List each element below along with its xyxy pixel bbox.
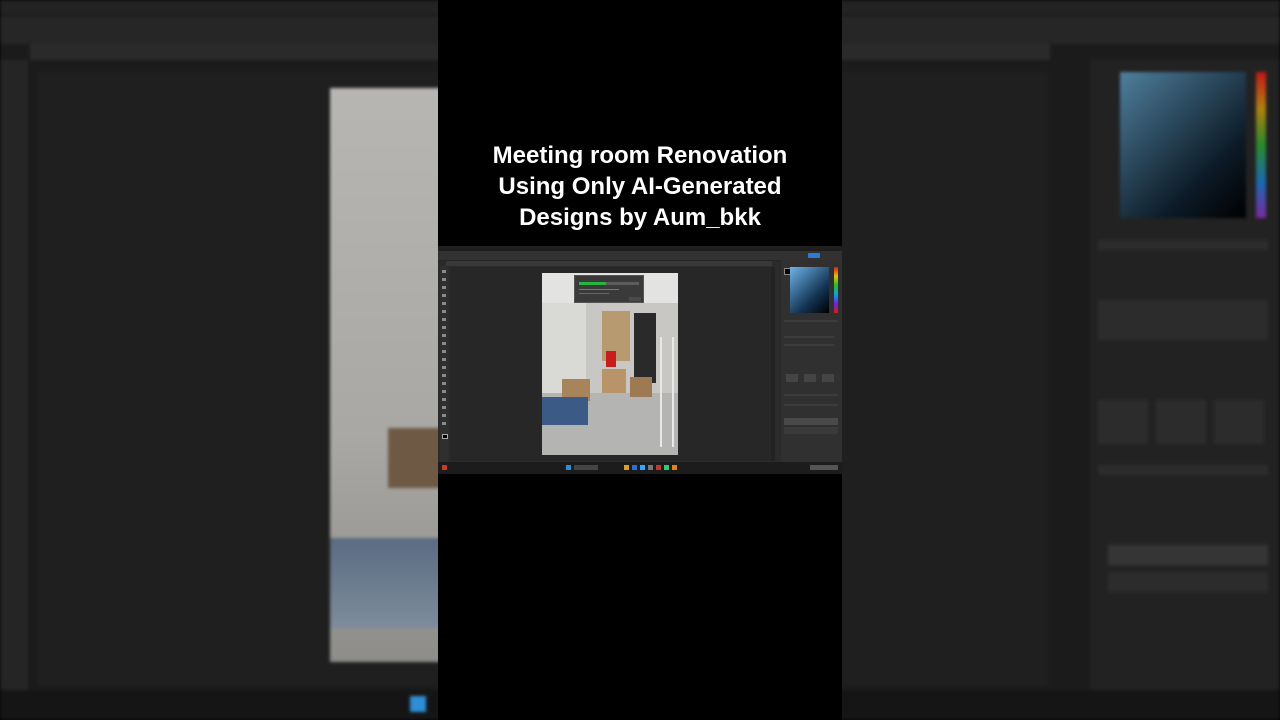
- properties-field: [784, 344, 834, 346]
- bg-toolbar: [0, 60, 28, 690]
- vertical-scrollbar[interactable]: [771, 267, 775, 461]
- progress-fill: [579, 282, 606, 285]
- history-brush-icon[interactable]: [442, 342, 446, 345]
- generating-progress-dialog: [574, 275, 644, 303]
- layers-tabs[interactable]: [784, 394, 838, 396]
- bg-properties-field: [1098, 300, 1268, 340]
- variation-thumb[interactable]: [822, 374, 834, 382]
- pen-tool-icon[interactable]: [442, 382, 446, 385]
- dialog-text: [579, 293, 609, 294]
- dodge-tool-icon[interactable]: [442, 374, 446, 377]
- shape-tool-icon[interactable]: [442, 406, 446, 409]
- lasso-tool-icon[interactable]: [442, 286, 446, 289]
- overlay-title: Meeting room Renovation Using Only AI-Ge…: [438, 140, 842, 233]
- color-picker[interactable]: [790, 267, 829, 313]
- color-swatch-icon[interactable]: [442, 434, 448, 439]
- eraser-tool-icon[interactable]: [442, 350, 446, 353]
- bg-thumb: [1098, 400, 1148, 444]
- cancel-button[interactable]: [629, 297, 641, 301]
- weather-icon[interactable]: [442, 465, 447, 470]
- healing-tool-icon[interactable]: [442, 318, 446, 321]
- app-icon[interactable]: [664, 465, 669, 470]
- browser-icon[interactable]: [632, 465, 637, 470]
- eyedropper-tool-icon[interactable]: [442, 310, 446, 313]
- gradient-tool-icon[interactable]: [442, 358, 446, 361]
- search-box[interactable]: [574, 465, 598, 470]
- stamp-tool-icon[interactable]: [442, 334, 446, 337]
- properties-tabs[interactable]: [784, 320, 838, 322]
- type-tool-icon[interactable]: [442, 390, 446, 393]
- bg-color-picker: [1120, 72, 1246, 218]
- share-button[interactable]: [808, 253, 820, 258]
- crop-tool-icon[interactable]: [442, 302, 446, 305]
- layer-row-generative[interactable]: [784, 418, 838, 425]
- title-line: Using Only AI-Generated: [498, 173, 782, 200]
- photoshop-taskbar-icon[interactable]: [640, 465, 645, 470]
- system-tray-clock[interactable]: [810, 465, 838, 470]
- app-icon[interactable]: [672, 465, 677, 470]
- bg-layers-header: [1098, 465, 1268, 475]
- app-icon[interactable]: [656, 465, 661, 470]
- video-column: Meeting room Renovation Using Only AI-Ge…: [438, 0, 842, 720]
- select-tool-icon[interactable]: [442, 294, 446, 297]
- properties-field: [784, 336, 834, 338]
- marquee-tool-icon[interactable]: [442, 278, 446, 281]
- move-tool-icon[interactable]: [442, 270, 446, 273]
- title-line: Designs by Aum_bkk: [519, 204, 761, 231]
- bg-properties-header: [1098, 240, 1268, 250]
- bg-windows-logo-icon: [410, 696, 426, 712]
- zoom-tool-icon[interactable]: [442, 422, 446, 425]
- blur-tool-icon[interactable]: [442, 366, 446, 369]
- photoshop-screenshot: [438, 246, 842, 474]
- bg-layer-row: [1108, 545, 1268, 565]
- path-select-icon[interactable]: [442, 398, 446, 401]
- hue-slider[interactable]: [834, 267, 838, 313]
- hand-tool-icon[interactable]: [442, 414, 446, 417]
- layers-toolbar: [784, 404, 838, 406]
- brush-tool-icon[interactable]: [442, 326, 446, 329]
- file-explorer-icon[interactable]: [624, 465, 629, 470]
- progress-bar: [579, 282, 639, 285]
- layer-row-background[interactable]: [784, 427, 838, 434]
- windows-logo-icon[interactable]: [566, 465, 571, 470]
- title-line: Meeting room Renovation: [492, 142, 788, 169]
- variation-thumb[interactable]: [804, 374, 816, 382]
- document-tab[interactable]: [446, 261, 772, 266]
- variation-thumb[interactable]: [786, 374, 798, 382]
- tools-panel: [440, 266, 448, 462]
- bg-layer-row: [1108, 572, 1268, 592]
- dialog-text: [579, 289, 619, 290]
- bg-thumb: [1156, 400, 1206, 444]
- bg-hue-slider: [1256, 72, 1266, 218]
- bg-thumb: [1214, 400, 1264, 444]
- app-icon[interactable]: [648, 465, 653, 470]
